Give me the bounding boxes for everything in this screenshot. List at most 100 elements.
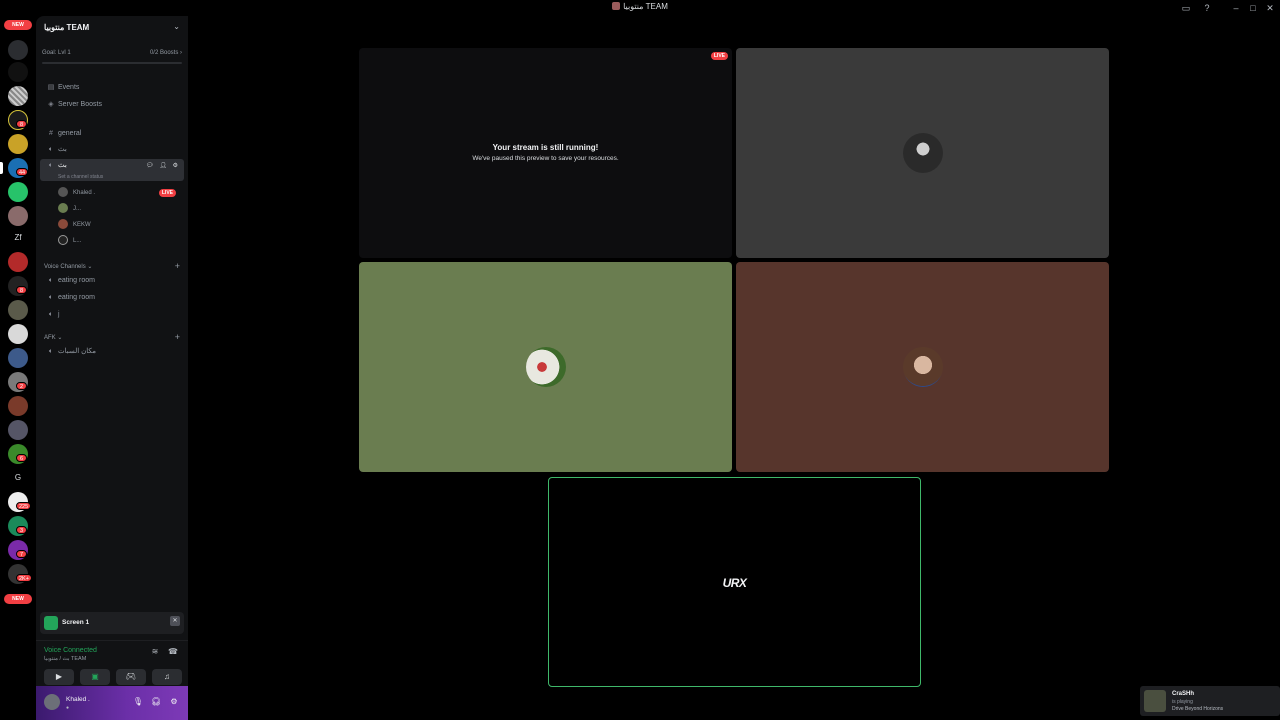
close-button[interactable]: ✕	[1264, 2, 1276, 14]
noise-suppression-icon[interactable]: ≋	[148, 645, 162, 659]
channel-eating-room-1[interactable]: 🔈︎ eating room	[40, 274, 184, 288]
voice-connected-sub: بث / منتوبيا TEAM	[44, 656, 87, 662]
headphones-icon[interactable]: 🎧︎	[150, 696, 162, 708]
channel-voice-bat[interactable]: 🔈︎ بث	[40, 143, 184, 157]
screen-logo: URX	[722, 576, 747, 590]
stop-share-icon[interactable]: ✕	[170, 616, 180, 626]
channel-action-icons[interactable]: 💬︎ 👤︎ ⚙︎	[146, 159, 180, 173]
add-channel-icon[interactable]: +	[175, 261, 180, 271]
server-header[interactable]: منتوبيا TEAM ⌄	[36, 16, 188, 40]
channel-sidebar: منتوبيا TEAM ⌄ Goal: Lvl 1 0/2 Boosts › …	[36, 16, 188, 720]
participant-tile[interactable]	[736, 262, 1109, 472]
avatar	[902, 347, 943, 387]
voice-user[interactable]: Khaled . LIVE	[58, 186, 182, 200]
voice-user[interactable]: L...	[58, 234, 182, 248]
boost-count: 0/2 Boosts ›	[149, 50, 182, 56]
hashtag-icon: #	[49, 130, 53, 137]
channel-eating-room-2[interactable]: 🔈︎ eating room	[40, 291, 184, 305]
server-name: منتوبيا TEAM	[44, 23, 90, 32]
server-icon-letters[interactable]: Zf	[8, 228, 28, 248]
avatar	[58, 235, 68, 246]
channel-voice-bat-selected[interactable]: 🔈︎ بث 💬︎ 👤︎ ⚙︎ Set a channel status	[40, 159, 184, 181]
voice-user[interactable]: KEKW	[58, 218, 182, 232]
mention-badge: 2	[16, 382, 27, 390]
mention-badge: 225	[16, 502, 32, 510]
server-icon-green[interactable]	[8, 182, 28, 202]
channel-j[interactable]: 🔈︎ j	[40, 308, 184, 322]
toast-game: Drive Beyond Horizons	[1172, 706, 1224, 712]
activity-toast[interactable]: CraSHh is playing Drive Beyond Horizons	[1140, 686, 1280, 716]
stream-paused-subtitle: We've paused this preview to save your r…	[472, 155, 619, 162]
server-icon-photo[interactable]	[8, 206, 28, 226]
microphone-icon[interactable]: 🎙︎	[132, 696, 144, 708]
screen-label: Screen 1	[62, 619, 90, 626]
screen-share-panel[interactable]: Screen 1 ✕	[40, 612, 184, 634]
settings-gear-icon[interactable]: ⚙︎	[168, 696, 180, 708]
soundboard-button[interactable]: ♫	[152, 669, 182, 685]
minimize-button[interactable]: –	[1230, 2, 1242, 14]
discord-home-icon[interactable]	[8, 40, 28, 60]
server-icon-gold[interactable]	[8, 134, 28, 154]
server-icon-gray[interactable]	[8, 86, 28, 106]
avatar[interactable]	[44, 694, 60, 710]
maximize-button[interactable]: □	[1247, 2, 1259, 14]
screen-share-button[interactable]: ▣	[80, 669, 110, 685]
add-channel-icon[interactable]: +	[175, 332, 180, 342]
channel-afk[interactable]: 🔈︎ مكان السبات	[40, 345, 184, 359]
mention-badge: 7	[16, 550, 27, 558]
mention-badge: 8	[16, 286, 27, 294]
user-panel: Khaled . ● 🎙︎ 🎧︎ ⚙︎	[36, 686, 188, 720]
server-icon	[612, 2, 621, 10]
avatar	[902, 133, 943, 173]
server-icon-slate[interactable]	[8, 420, 28, 440]
user-name[interactable]: Khaled .	[66, 696, 90, 703]
boost-progress-bar	[42, 62, 182, 64]
speaker-icon: 🔈︎	[48, 146, 54, 153]
speaker-icon: 🔈︎	[48, 294, 54, 301]
category-voice-channels[interactable]: Voice Channels ⌄ +	[44, 261, 184, 271]
activity-button[interactable]: 🎮︎	[116, 669, 146, 685]
server-icon-white[interactable]	[8, 324, 28, 344]
new-pill[interactable]: NEW	[4, 20, 32, 30]
avatar	[1144, 690, 1166, 712]
server-icon-black[interactable]	[8, 62, 28, 82]
speaker-icon: 🔈︎	[48, 277, 54, 284]
server-icon-letter-g[interactable]: G	[8, 468, 28, 488]
mention-badge: 8	[16, 120, 27, 128]
channel-status[interactable]: Set a channel status	[58, 170, 103, 184]
boost-icon: ◈	[48, 101, 54, 108]
voice-user[interactable]: J...	[58, 202, 182, 216]
participant-tile[interactable]	[359, 262, 732, 472]
screen-share-icon	[44, 616, 58, 630]
participant-tile[interactable]	[736, 48, 1109, 258]
mention-badge: 3	[16, 526, 27, 534]
category-afk[interactable]: AFK ⌄ +	[44, 332, 184, 342]
avatar	[58, 219, 68, 230]
server-icon-navy[interactable]	[8, 348, 28, 368]
help-icon[interactable]: ?	[1201, 2, 1213, 14]
avatar	[58, 187, 68, 198]
calendar-icon: ▤	[47, 84, 55, 91]
live-badge: LIVE	[158, 189, 176, 197]
unread-pip	[0, 162, 3, 174]
camera-button[interactable]: ▶	[44, 669, 74, 685]
disconnect-icon[interactable]: ☎	[166, 645, 180, 659]
inbox-icon[interactable]: ▭	[1180, 2, 1192, 14]
screen-share-tile[interactable]: URX	[548, 477, 921, 687]
voice-connected-label[interactable]: Voice Connected	[44, 647, 97, 654]
goal-label: Goal: Lvl 1	[42, 50, 71, 56]
speaker-icon: 🔈︎	[48, 311, 54, 318]
channel-general[interactable]: # general	[40, 127, 184, 141]
server-icon-brown[interactable]	[8, 396, 28, 416]
server-icon-red[interactable]	[8, 252, 28, 272]
toast-user-name: CraSHh	[1172, 691, 1195, 697]
new-pill[interactable]: NEW	[4, 594, 32, 604]
sidebar-item-server-boosts[interactable]: ◈ Server Boosts	[40, 98, 184, 112]
sidebar-item-events[interactable]: ▤ Events	[40, 81, 184, 95]
mention-badge: 6	[16, 454, 27, 462]
stream-tile[interactable]: LIVE Your stream is still running! We've…	[359, 48, 732, 258]
server-rail: NEW 8 44 Zf 8 2 6 G 225 3 7 2K+ NEW	[0, 16, 36, 720]
boost-goal[interactable]: Goal: Lvl 1 0/2 Boosts ›	[42, 50, 182, 64]
stream-paused-title: Your stream is still running!	[492, 143, 599, 152]
server-icon-olive[interactable]	[8, 300, 28, 320]
